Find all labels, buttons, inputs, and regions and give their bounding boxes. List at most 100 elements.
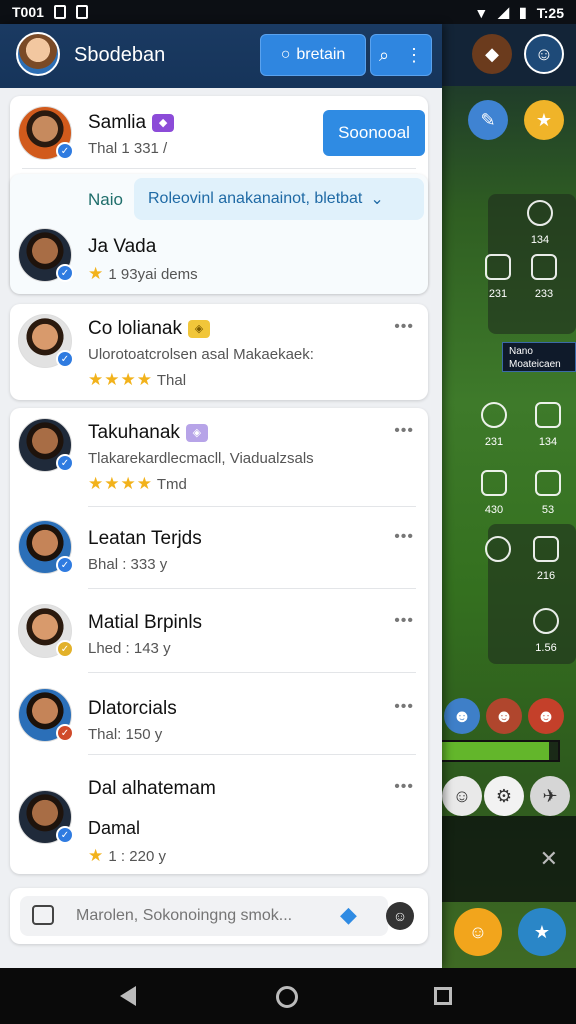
stars-icon: ★★★★ <box>88 370 153 389</box>
divider <box>88 754 416 755</box>
friend-sub: ★ 1 93yai dems <box>88 264 198 283</box>
person-sub: Thal: 150 y <box>88 726 163 743</box>
featured-action-button[interactable]: Soonooal <box>323 110 425 156</box>
more-icon[interactable]: ••• <box>394 528 414 546</box>
game-side-panel-2: 216 1.56 <box>485 524 576 664</box>
search-icon: ⌕ <box>378 44 390 65</box>
level-badge-icon: ◈ <box>188 319 210 338</box>
featured-sub: Thal 1 331 / <box>88 140 168 157</box>
more-icon[interactable]: ••• <box>394 612 414 630</box>
post-rating: ★★★★ Thal <box>88 370 187 389</box>
post-author: Co lolianak ◈ <box>88 318 210 340</box>
dropdown-label: Roleovinl anakanainot, bletbat <box>148 190 363 207</box>
panel-header: Sbodeban ○ bretain ⌕ ⋮ <box>0 24 442 88</box>
header-action-button[interactable]: ○ bretain <box>260 34 366 76</box>
game-button-8[interactable] <box>480 536 516 570</box>
game-button-5[interactable]: 134 <box>530 402 566 448</box>
stars-icon: ★★★★ <box>88 474 153 493</box>
game-chest-icon[interactable]: ◆ <box>472 34 512 74</box>
game-button-2[interactable]: 231 <box>480 254 516 300</box>
verified-icon: ✓ <box>56 142 74 160</box>
verified-icon: ✓ <box>56 826 74 844</box>
post-text: Tlakarekardlecmacll, Viadualzsals <box>88 450 314 467</box>
verified-icon: ✓ <box>56 264 74 282</box>
person-sub: Lhed : 143 y <box>88 640 171 657</box>
person-name: Leatan Terjds <box>88 528 202 549</box>
game-button-9[interactable]: 216 <box>528 536 564 582</box>
status-dropdown[interactable]: Roleovinl anakanainot, bletbat ⌄ <box>134 178 424 220</box>
more-icon[interactable]: ••• <box>394 318 414 336</box>
person-subtitle: Damal <box>88 818 141 838</box>
person-name: Dal alhatemam <box>88 778 216 799</box>
sticker-icon[interactable]: ◆ <box>340 902 357 928</box>
game-background: ◆ ☺ ✎ ★ 134 231 233 Nano Moateicaen 231 … <box>440 24 576 968</box>
clock-left: T001 <box>12 4 44 20</box>
more-icon[interactable]: ••• <box>394 422 414 440</box>
battery-icon: ▮ <box>519 4 527 20</box>
verified-icon: ✓ <box>56 640 74 658</box>
star-icon: ★ <box>88 264 105 283</box>
game-map-icon[interactable]: ✈ <box>530 776 570 816</box>
emoji-icon[interactable]: ☺ <box>386 902 414 930</box>
game-profile-icon[interactable]: ☺ <box>524 34 564 74</box>
verified-icon: ✓ <box>56 724 74 742</box>
divider <box>88 506 416 507</box>
overflow-menu-icon: ⋮ <box>405 44 424 65</box>
role-tag-icon: ◆ <box>152 113 175 132</box>
friend-name: Ja Vada <box>88 236 157 257</box>
back-icon[interactable] <box>120 986 136 1006</box>
featured-name: Samlia ◆ <box>88 112 175 134</box>
user-avatar[interactable] <box>16 32 60 76</box>
game-side-panel: 134 231 233 <box>485 194 576 334</box>
game-button-1[interactable]: 134 <box>522 200 558 246</box>
game-ability-icon[interactable]: ★ <box>518 908 566 956</box>
more-icon[interactable]: ••• <box>394 778 414 796</box>
system-nav-bar <box>0 968 576 1024</box>
header-search-button[interactable]: ⌕ ⋮ <box>370 34 432 76</box>
friend-request-card: Naio Roleovinl anakanainot, bletbat ⌄ ✓ … <box>10 174 428 294</box>
divider <box>88 672 416 673</box>
game-tool-icon[interactable]: ✎ <box>468 100 508 140</box>
more-icon[interactable]: ••• <box>394 698 414 716</box>
divider <box>88 588 416 589</box>
verified-icon: ✓ <box>56 350 74 368</box>
game-star-icon[interactable]: ★ <box>524 100 564 140</box>
game-portrait-icon[interactable]: ☺ <box>442 776 482 816</box>
game-button-7[interactable]: 53 <box>530 470 566 516</box>
game-emote-icon[interactable]: ⚙ <box>484 776 524 816</box>
wifi-icon: ▼ <box>474 4 489 21</box>
status-bar: T001 ▼ ◢ ▮ T:25 <box>0 0 576 24</box>
post-author: Takuhanak ◈ <box>88 422 208 444</box>
post-rating: ★★★★ Tmd <box>88 474 187 493</box>
people-list: ✓ Takuhanak ◈ Tlakarekardlecmacll, Viadua… <box>10 408 428 874</box>
divider <box>22 168 416 169</box>
game-button-10[interactable]: 1.56 <box>528 608 564 654</box>
close-icon[interactable]: ✕ <box>540 846 558 872</box>
game-pet-icon[interactable]: ☺ <box>454 908 502 956</box>
clock: T:25 <box>536 4 564 21</box>
game-progress-bar <box>440 740 560 762</box>
post-text: Ulorotoatcrolsen asal Makaekaek: <box>88 346 314 363</box>
person-sub: Bhal : 333 y <box>88 556 168 573</box>
person-name: Dlatorcials <box>88 698 177 719</box>
game-button-6[interactable]: 430 <box>476 470 512 516</box>
game-hero-avatar-2[interactable]: ☻ <box>486 698 522 734</box>
chip-label: Naio <box>88 190 123 209</box>
lock-icon <box>75 5 88 19</box>
person-name: Matial Brpinls <box>88 612 203 633</box>
header-action-label: bretain <box>296 46 346 63</box>
game-tooltip: Nano Moateicaen <box>502 342 576 372</box>
message-composer: ◆ ☺ <box>10 888 428 944</box>
message-input[interactable] <box>20 896 388 936</box>
panel-title: Sbodeban <box>74 44 166 66</box>
attachment-icon[interactable] <box>32 905 54 925</box>
post-card[interactable]: ✓ Co lolianak ◈ Ulorotoatcrolsen asal Mak… <box>10 304 428 400</box>
signal-icon: ◢ <box>498 4 510 20</box>
game-hero-avatar-3[interactable]: ☻ <box>528 698 564 734</box>
home-icon[interactable] <box>276 986 298 1008</box>
game-hero-avatar-1[interactable]: ☻ <box>444 698 480 734</box>
recents-icon[interactable] <box>434 987 452 1005</box>
star-icon: ★ <box>88 846 105 865</box>
game-button-4[interactable]: 231 <box>476 402 512 448</box>
game-button-3[interactable]: 233 <box>526 254 562 300</box>
